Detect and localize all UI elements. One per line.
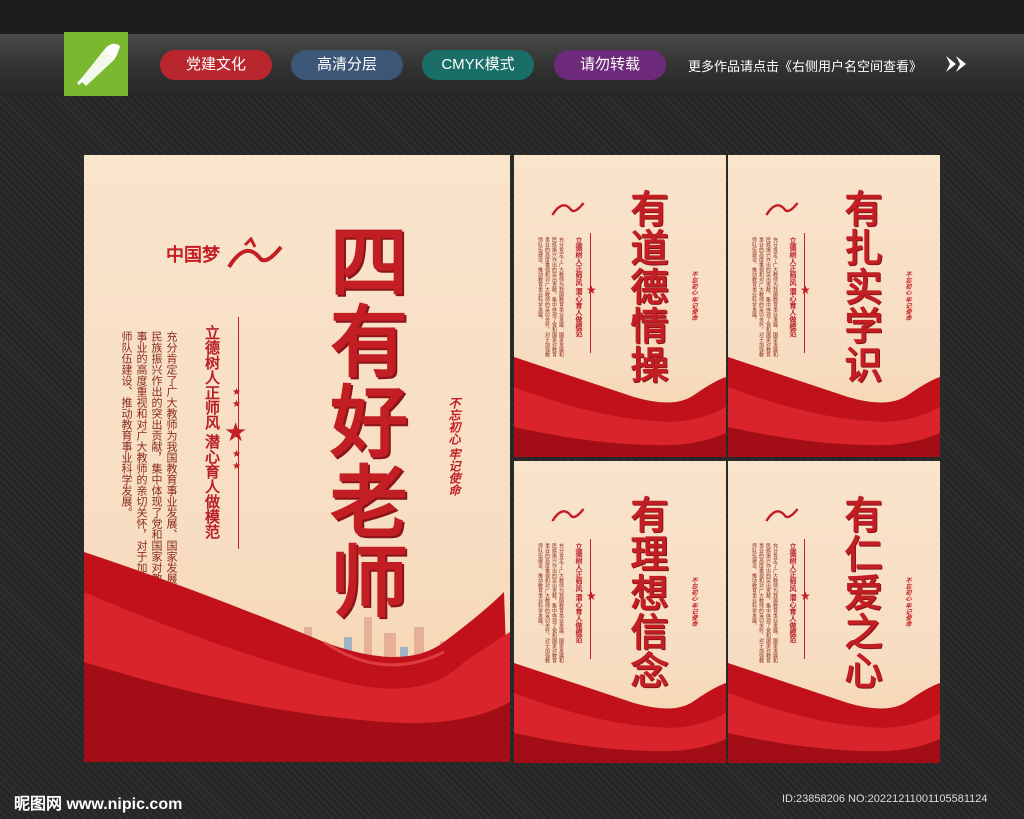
double-arrow-icon[interactable] <box>944 54 970 79</box>
tag-party-culture[interactable]: 党建文化 <box>160 50 272 80</box>
poster-subtitle: 立德树人正师风 潜心育人做模范 <box>575 543 583 643</box>
poster-stamp: 不忘初心 牢记使命 <box>690 271 696 321</box>
tag-cmyk[interactable]: CMYK模式 <box>422 50 534 80</box>
red-silk-wave <box>728 357 940 457</box>
poster-body: 充分肯定了广大教师为我国教育事业发展、国家发展和民族振兴作出的突出贡献，集中体现… <box>751 543 778 663</box>
red-silk-wave <box>84 552 510 762</box>
logo-text: 中国梦 <box>166 245 220 266</box>
star-icon: ★ <box>586 589 597 603</box>
big-star-icon: ★ <box>224 417 248 447</box>
logo-pen-icon <box>64 32 128 96</box>
china-dream-logo <box>762 197 802 223</box>
star-icon: ★ <box>586 283 597 297</box>
star-icon: ★ ★ <box>232 387 241 410</box>
star-icon: ★ <box>800 283 811 297</box>
poster-body: 充分肯定了广大教师为我国教育事业发展、国家发展和民族振兴作出的突出贡献，集中体现… <box>537 237 564 357</box>
china-dream-logo: 中国梦 <box>166 236 285 277</box>
poster-stamp: 不忘初心 牢记使命 <box>447 397 461 496</box>
poster-body: 充分肯定了广大教师为我国教育事业发展、国家发展和民族振兴作出的突出贡献，集中体现… <box>751 237 778 357</box>
star-icon: ★ ★ <box>232 449 241 472</box>
poster-subtitle: 立德树人正师风 潜心育人做模范 <box>575 237 583 337</box>
poster-subtitle: 立德树人正师风 潜心育人做模范 <box>789 543 797 643</box>
red-silk-wave <box>514 357 726 457</box>
site-watermark: 昵图网 www.nipic.com <box>14 796 183 813</box>
tag-no-repost[interactable]: 请勿转载 <box>554 50 666 80</box>
small-poster-1: 有道德情操 立德树人正师风 潜心育人做模范 充分肯定了广大教师为我国教育事业发展… <box>514 155 726 457</box>
red-silk-wave <box>514 663 726 763</box>
poster-stamp: 不忘初心 牢记使命 <box>904 271 910 321</box>
tag-hd-layers[interactable]: 高清分层 <box>291 50 403 80</box>
small-poster-4: 有仁爱之心 立德树人正师风 潜心育人做模范 充分肯定了广大教师为我国教育事业发展… <box>728 461 940 763</box>
poster-body: 充分肯定了广大教师为我国教育事业发展、国家发展和民族振兴作出的突出贡献，集中体现… <box>537 543 564 663</box>
image-id-text: ID:23858206 NO:20221211001105581124 <box>782 793 988 805</box>
main-poster: 中国梦 四有好老师 立德树人正师风 潜心育人做模范 充分肯定了广大教师为我国教育… <box>84 155 510 762</box>
poster-stamp: 不忘初心 牢记使命 <box>690 577 696 627</box>
china-dream-logo <box>548 197 588 223</box>
poster-subtitle: 立德树人正师风 潜心育人做模范 <box>203 325 219 539</box>
top-strip <box>0 0 1024 34</box>
more-works-text[interactable]: 更多作品请点击《右侧用户名空间查看》 <box>688 56 922 75</box>
small-poster-3: 有理想信念 立德树人正师风 潜心育人做模范 充分肯定了广大教师为我国教育事业发展… <box>514 461 726 763</box>
red-silk-wave <box>728 663 940 763</box>
china-dream-logo <box>548 503 588 529</box>
star-icon: ★ <box>800 589 811 603</box>
poster-subtitle: 立德树人正师风 潜心育人做模范 <box>789 237 797 337</box>
china-dream-logo <box>762 503 802 529</box>
poster-stamp: 不忘初心 牢记使命 <box>904 577 910 627</box>
small-poster-2: 有扎实学识 立德树人正师风 潜心育人做模范 充分肯定了广大教师为我国教育事业发展… <box>728 155 940 457</box>
